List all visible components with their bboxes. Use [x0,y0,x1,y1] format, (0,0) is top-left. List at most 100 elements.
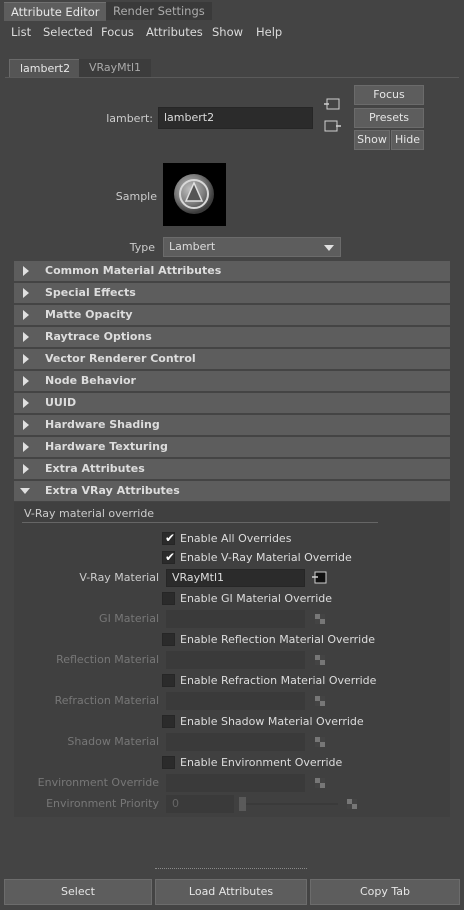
enable-shadow-override-checkbox[interactable] [162,715,175,728]
section-uuid[interactable]: UUID [14,393,450,413]
section-raytrace-options[interactable]: Raytrace Options [14,327,450,347]
tab-vraymtl1[interactable]: VRayMtl1 [79,59,152,77]
gi-material-label: GI Material [99,612,159,625]
environment-priority-field: 0 [166,795,234,813]
menu-focus[interactable]: Focus [101,25,134,39]
shader-ball-icon [174,174,214,214]
checker-map-icon [315,655,325,665]
section-title: Hardware Shading [45,418,160,431]
section-hardware-texturing[interactable]: Hardware Texturing [14,437,450,457]
environment-override-field [166,774,305,792]
shadow-material-label: Shadow Material [67,735,159,748]
vray-material-field[interactable]: VRayMtl1 [166,569,305,587]
checkmark-icon: ✔ [165,531,176,545]
section-title: Node Behavior [45,374,136,387]
menu-list[interactable]: List [11,25,31,39]
checker-map-icon [315,614,325,624]
show-button[interactable]: Show [354,130,390,150]
focus-button[interactable]: Focus [354,85,424,105]
section-title: UUID [45,396,77,409]
node-name-field[interactable]: lambert2 [158,107,313,129]
section-title: Hardware Texturing [45,440,168,453]
section-common-material-attributes[interactable]: Common Material Attributes [14,261,450,281]
enable-all-overrides-checkbox[interactable]: ✔ [162,531,176,545]
chevron-right-icon [23,310,29,320]
chevron-right-icon [23,398,29,408]
refraction-material-field [166,692,305,710]
menu-bar: List Selected Focus Attributes Show Help [0,22,464,42]
type-dropdown[interactable]: Lambert [163,237,341,257]
chevron-down-icon [324,245,334,251]
chevron-right-icon [23,266,29,276]
section-extra-attributes[interactable]: Extra Attributes [14,459,450,479]
section-title: Matte Opacity [45,308,133,321]
checker-map-icon [347,799,357,809]
copy-tab-button[interactable]: Copy Tab [310,879,460,905]
section-extra-vray-attributes[interactable]: Extra VRay Attributes [14,481,450,501]
input-connection-icon[interactable] [324,97,342,111]
tab-lambert2[interactable]: lambert2 [9,59,82,78]
gi-material-field [166,610,305,628]
refraction-material-label: Refraction Material [54,694,159,707]
section-title: Special Effects [45,286,136,299]
section-title: Common Material Attributes [45,264,222,277]
presets-button[interactable]: Presets [354,108,424,128]
section-matte-opacity[interactable]: Matte Opacity [14,305,450,325]
menu-attributes[interactable]: Attributes [146,25,203,39]
vray-override-subtitle: V-Ray material override [24,507,155,520]
enable-reflection-override-checkbox[interactable] [162,633,175,646]
subtitle-divider [22,522,378,523]
environment-priority-slider-handle [239,797,246,811]
hide-button[interactable]: Hide [391,130,424,150]
reflection-material-label: Reflection Material [56,653,159,666]
chevron-right-icon [23,376,29,386]
checkmark-icon: ✔ [165,550,176,564]
section-node-behavior[interactable]: Node Behavior [14,371,450,391]
enable-refraction-override-label: Enable Refraction Material Override [180,674,377,687]
material-sample-swatch[interactable] [163,163,226,226]
load-attributes-button[interactable]: Load Attributes [155,879,307,905]
tab-attribute-editor[interactable]: Attribute Editor [4,2,107,21]
output-connection-icon[interactable] [324,119,342,133]
connection-icon[interactable] [312,571,328,584]
chevron-right-icon [23,442,29,452]
section-title: Vector Renderer Control [45,352,196,365]
enable-refraction-override-checkbox[interactable] [162,674,175,687]
section-hardware-shading[interactable]: Hardware Shading [14,415,450,435]
menu-help[interactable]: Help [256,25,282,39]
chevron-right-icon [23,332,29,342]
environment-priority-label: Environment Priority [46,797,159,810]
menu-selected[interactable]: Selected [43,25,93,39]
checker-map-icon [315,696,325,706]
type-label: Type [129,241,155,254]
node-name-label: lambert: [106,112,153,125]
vray-material-label: V-Ray Material [79,571,159,584]
enable-gi-override-checkbox[interactable] [162,592,175,605]
section-vector-renderer-control[interactable]: Vector Renderer Control [14,349,450,369]
enable-vray-material-override-checkbox[interactable]: ✔ [162,550,176,564]
tab-render-settings[interactable]: Render Settings [106,2,212,20]
select-button[interactable]: Select [4,879,152,905]
section-title: Extra Attributes [45,462,145,475]
enable-environment-override-checkbox[interactable] [162,756,175,769]
menu-show[interactable]: Show [212,25,243,39]
reflection-material-field [166,651,305,669]
enable-all-overrides-label: Enable All Overrides [180,532,292,545]
enable-reflection-override-label: Enable Reflection Material Override [180,633,375,646]
chevron-down-icon [20,488,30,494]
enable-gi-override-label: Enable GI Material Override [180,592,333,605]
chevron-right-icon [23,464,29,474]
resize-grip[interactable] [155,868,307,871]
environment-override-label: Environment Override [37,776,159,789]
section-title: Raytrace Options [45,330,152,343]
environment-priority-slider-track [242,803,338,805]
enable-environment-override-label: Enable Environment Override [180,756,343,769]
section-special-effects[interactable]: Special Effects [14,283,450,303]
section-title: Extra VRay Attributes [45,484,180,497]
enable-vray-material-override-label: Enable V-Ray Material Override [180,551,352,564]
chevron-right-icon [23,288,29,298]
chevron-right-icon [23,354,29,364]
chevron-right-icon [23,420,29,430]
enable-shadow-override-label: Enable Shadow Material Override [180,715,364,728]
shadow-material-field [166,733,305,751]
